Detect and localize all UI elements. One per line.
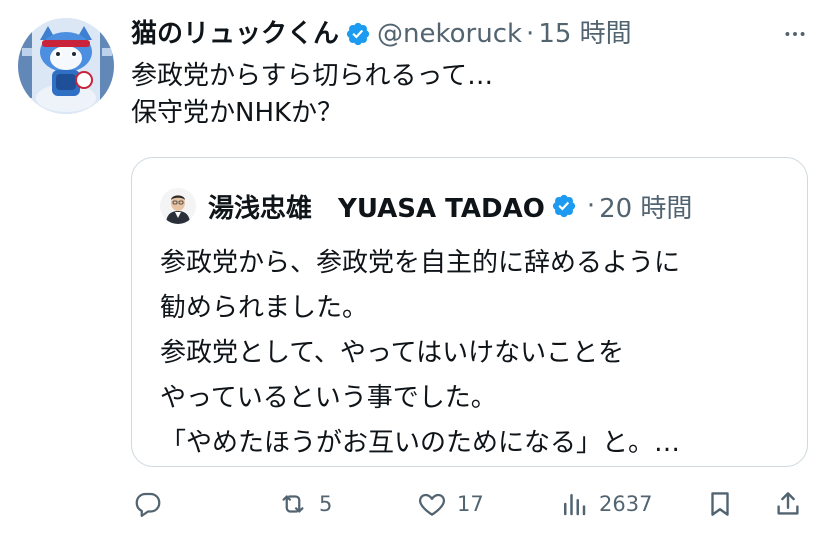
quoted-author-display-name[interactable]: 湯浅忠雄 YUASA TADAO [208,188,545,225]
tweet-text: 参政党からすら切られるって… 保守党かNHKか？ [131,58,791,132]
share-button[interactable] [773,482,803,526]
author-handle[interactable]: @nekoruck [377,14,522,54]
person-portrait-icon [160,188,196,224]
separator-dot: · [586,191,596,221]
quoted-text-line: 「やめたほうがお互いのためになる」と。… [160,428,681,458]
views-count: 2637 [599,492,653,516]
quoted-text-line: 勧められました。 [160,293,369,323]
quoted-tweet-header: 湯浅忠雄 YUASA TADAO · 20 時間 [160,186,692,226]
retweet-icon [282,495,304,513]
cat-backpack-avatar-icon [18,18,114,114]
tweet-header: 猫のリュックくん @nekoruck · 15 時間 [131,14,808,54]
quoted-author-avatar [160,188,196,224]
tweet-timestamp[interactable]: 15 時間 [538,14,631,54]
bookmark-icon [711,492,729,516]
tweet-action-bar: 5 17 2637 [131,482,808,526]
quoted-tweet-card[interactable]: 湯浅忠雄 YUASA TADAO · 20 時間 参政党から、参政党を自主的に辞… [131,157,808,467]
tweet-text-line: 保守党かNHKか？ [131,98,344,128]
views-bar-chart-icon [564,494,586,516]
quoted-text-line: やっているという事でした。 [160,383,497,413]
separator-dot: · [526,19,535,49]
quoted-text-line: 参政党から、参政党を自主的に辞めるように [160,248,681,278]
bookmark-button[interactable] [705,482,735,526]
tweet-text-line: 参政党からすら切られるって… [131,61,494,91]
retweet-button[interactable]: 5 [277,482,332,526]
heart-icon [419,493,445,516]
quoted-tweet-text: 参政党から、参政党を自主的に辞めるように 勧められました。 参政党として、やって… [160,241,790,466]
share-icon [777,492,799,515]
more-dots-icon [785,32,805,36]
like-button[interactable]: 17 [417,482,484,526]
quoted-tweet-timestamp[interactable]: 20 時間 [599,188,692,225]
quoted-text-line: 参政党として、やってはいけないことを [160,338,625,368]
author-display-name[interactable]: 猫のリュックくん [131,14,339,54]
verified-badge-icon [345,21,371,47]
reply-icon [135,492,161,517]
verified-badge-icon [551,193,577,219]
like-count: 17 [457,492,484,516]
author-avatar[interactable] [18,18,114,114]
views-button[interactable]: 2637 [559,482,652,526]
more-options-button[interactable] [782,14,808,54]
reply-button[interactable] [133,482,173,526]
retweet-count: 5 [319,492,333,516]
